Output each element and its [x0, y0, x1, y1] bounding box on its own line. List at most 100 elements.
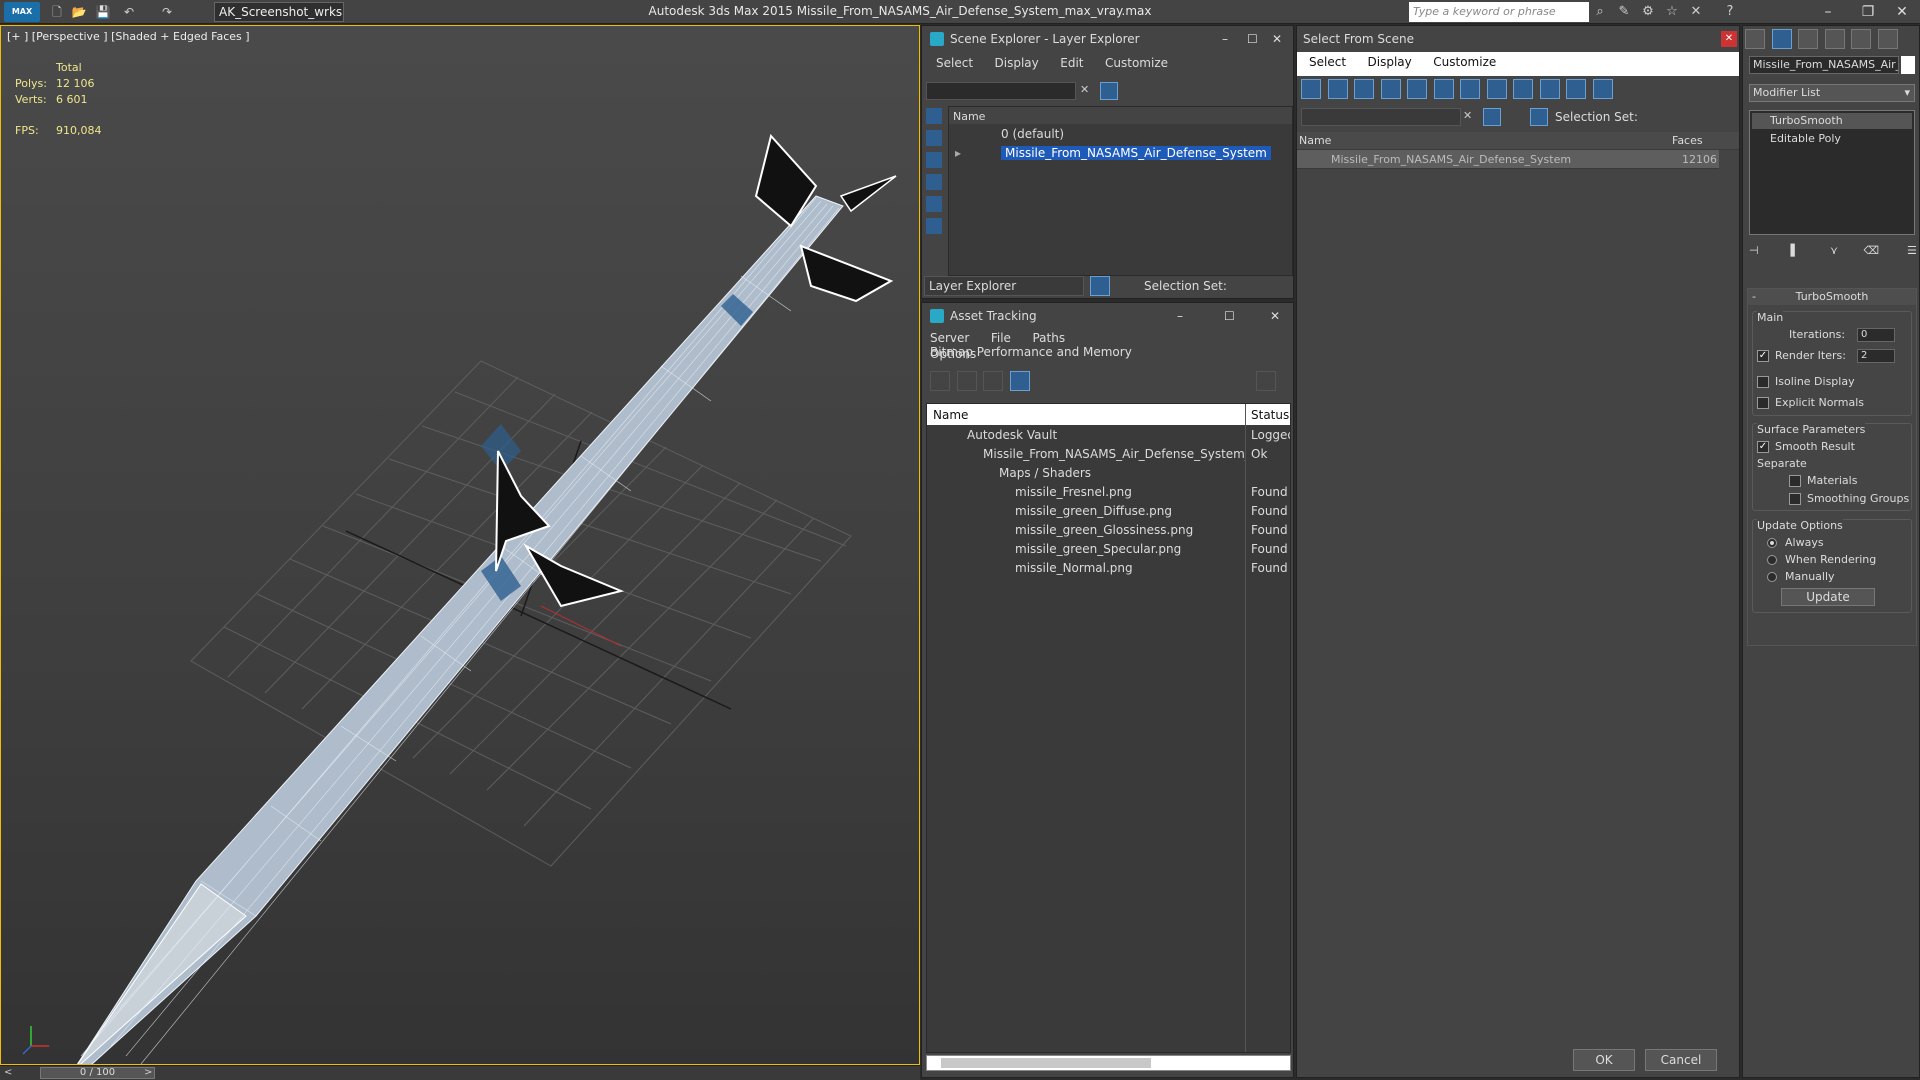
render-iters-spinner[interactable]: 2: [1857, 349, 1895, 363]
table-row[interactable]: missile_Normal.png Found: [927, 559, 1290, 578]
sfs-hierarchy-icon[interactable]: [1530, 108, 1548, 126]
sfs-geometry-icon[interactable]: [1301, 79, 1321, 99]
at-minimize-button[interactable]: –: [1177, 303, 1183, 329]
at-horizontal-scrollbar[interactable]: [926, 1055, 1291, 1071]
ok-button[interactable]: OK: [1573, 1049, 1635, 1071]
se-close-button[interactable]: ✕: [1272, 26, 1282, 52]
modifier-list-dropdown[interactable]: Modifier List ▾: [1749, 84, 1915, 102]
smooth-result-checkbox[interactable]: ✓: [1757, 440, 1775, 453]
refresh-icon[interactable]: [930, 371, 950, 391]
sfs-bones-icon[interactable]: [1513, 79, 1533, 99]
time-slider[interactable]: 0 / 100: [40, 1067, 155, 1079]
se-layer-row-missile[interactable]: ▸ Missile_From_NASAMS_Air_Defense_System: [949, 144, 1292, 163]
make-unique-icon[interactable]: ⋎: [1830, 244, 1848, 257]
app-logo[interactable]: MAX: [4, 2, 40, 22]
sfs-spacewarps-icon[interactable]: [1433, 79, 1454, 99]
table-row[interactable]: missile_green_Specular.png Found: [927, 540, 1290, 559]
sfs-close-button[interactable]: ✕: [1721, 31, 1737, 47]
help-icon[interactable]: ?: [1720, 3, 1740, 21]
sfs-filter-icon[interactable]: [1483, 108, 1501, 126]
sfs-xrefs-icon[interactable]: [1486, 79, 1507, 99]
new-file-icon[interactable]: 🗋: [48, 3, 66, 21]
when-rendering-radio[interactable]: [1767, 553, 1783, 566]
object-name-field[interactable]: Missile_From_NASAMS_Air_D: [1749, 56, 1899, 74]
se-display-helpers-icon[interactable]: [926, 196, 942, 212]
sfs-clear-icon[interactable]: ✕: [1463, 109, 1472, 122]
sfs-object-row[interactable]: Missile_From_NASAMS_Air_Defense_System 1…: [1297, 150, 1719, 169]
sfs-search-field[interactable]: [1301, 108, 1461, 126]
se-display-cameras-icon[interactable]: [926, 174, 942, 190]
smoothing-groups-checkbox[interactable]: [1789, 492, 1807, 505]
sfs-col-name[interactable]: Name: [1299, 132, 1331, 149]
se-menu-select[interactable]: Select: [936, 56, 973, 70]
table-row[interactable]: Maps / Shaders: [927, 464, 1290, 483]
undo-icon[interactable]: ↶: [120, 3, 138, 21]
sfs-helpers-icon[interactable]: [1407, 79, 1427, 99]
sfs-menu-customize[interactable]: Customize: [1433, 55, 1496, 69]
at-col-status[interactable]: Status: [1251, 404, 1289, 425]
sfs-shapes-icon[interactable]: [1327, 79, 1348, 99]
create-tab-icon[interactable]: [1745, 29, 1765, 49]
sfs-frozen-icon[interactable]: [1566, 79, 1586, 99]
x-icon[interactable]: ✕: [1686, 3, 1706, 21]
display-tab-icon[interactable]: [1851, 29, 1871, 49]
star-icon[interactable]: ☆: [1662, 3, 1682, 21]
tools-icon[interactable]: ✎: [1614, 3, 1634, 21]
se-filter-icon[interactable]: [1100, 82, 1118, 100]
table-view-icon[interactable]: [1009, 371, 1030, 391]
update-button[interactable]: Update: [1781, 588, 1875, 606]
list-view-icon[interactable]: [956, 371, 977, 391]
at-menu-options[interactable]: Options: [930, 347, 976, 361]
configure-sets-icon[interactable]: ☰: [1907, 244, 1920, 257]
cancel-button[interactable]: Cancel: [1645, 1049, 1717, 1071]
sfs-col-faces[interactable]: Faces: [1672, 132, 1703, 149]
sfs-menu-select[interactable]: Select: [1309, 55, 1346, 69]
redo-icon[interactable]: ↷: [158, 3, 176, 21]
materials-checkbox[interactable]: [1789, 474, 1807, 487]
stack-item-turbosmooth[interactable]: TurboSmooth: [1752, 113, 1912, 129]
modify-tab-icon[interactable]: [1771, 29, 1792, 49]
minimize-button[interactable]: –: [1808, 0, 1848, 24]
se-menu-customize[interactable]: Customize: [1105, 56, 1168, 70]
binoculars-icon[interactable]: ⌕: [1590, 3, 1610, 21]
isoline-checkbox[interactable]: [1757, 375, 1775, 388]
at-col-name[interactable]: Name: [933, 404, 968, 425]
se-display-lights-icon[interactable]: [926, 152, 942, 168]
se-minimize-button[interactable]: –: [1222, 26, 1228, 52]
timeline[interactable]: < 0 / 100 >: [0, 1065, 920, 1080]
se-maximize-button[interactable]: ☐: [1247, 26, 1258, 52]
perspective-viewport[interactable]: [+ ] [Perspective ] [Shaded + Edged Face…: [0, 25, 920, 1065]
pin-stack-icon[interactable]: ⊣: [1749, 244, 1767, 257]
open-file-icon[interactable]: 📂: [70, 3, 88, 21]
explicit-normals-checkbox[interactable]: [1757, 396, 1775, 409]
sfs-containers-icon[interactable]: [1539, 79, 1560, 99]
se-search-field[interactable]: [926, 82, 1076, 100]
table-row[interactable]: Autodesk Vault Logged: [927, 426, 1290, 445]
se-menu-display[interactable]: Display: [995, 56, 1039, 70]
se-column-name[interactable]: Name: [949, 107, 1292, 125]
table-row[interactable]: missile_green_Diffuse.png Found: [927, 502, 1290, 521]
se-display-shapes-icon[interactable]: [926, 130, 942, 146]
always-radio[interactable]: [1767, 536, 1783, 549]
se-display-geometry-icon[interactable]: [926, 108, 942, 124]
close-button[interactable]: ✕: [1882, 0, 1920, 24]
stack-item-editable-poly[interactable]: Editable Poly: [1752, 131, 1912, 147]
se-display-spacewarps-icon[interactable]: [926, 218, 942, 234]
iterations-spinner[interactable]: 0: [1857, 328, 1895, 342]
at-column-divider[interactable]: [1245, 404, 1246, 1052]
sfs-hidden-icon[interactable]: [1592, 79, 1613, 99]
se-layer-row-default[interactable]: 0 (default): [949, 125, 1292, 144]
expand-arrow-icon[interactable]: ▸: [955, 144, 961, 163]
show-end-result-icon[interactable]: ▌: [1791, 244, 1809, 257]
hierarchy-tab-icon[interactable]: [1798, 29, 1818, 49]
rollout-header[interactable]: - TurboSmooth: [1748, 289, 1916, 305]
se-layers-icon[interactable]: [1090, 276, 1110, 296]
manually-radio[interactable]: [1767, 570, 1783, 583]
at-maximize-button[interactable]: ☐: [1224, 303, 1235, 329]
sfs-cameras-icon[interactable]: [1380, 79, 1401, 99]
at-menu-server[interactable]: Server: [930, 331, 969, 345]
motion-tab-icon[interactable]: [1824, 29, 1845, 49]
table-row[interactable]: missile_Fresnel.png Found: [927, 483, 1290, 502]
help-icon[interactable]: [1256, 371, 1276, 391]
sfs-lights-icon[interactable]: [1354, 79, 1374, 99]
